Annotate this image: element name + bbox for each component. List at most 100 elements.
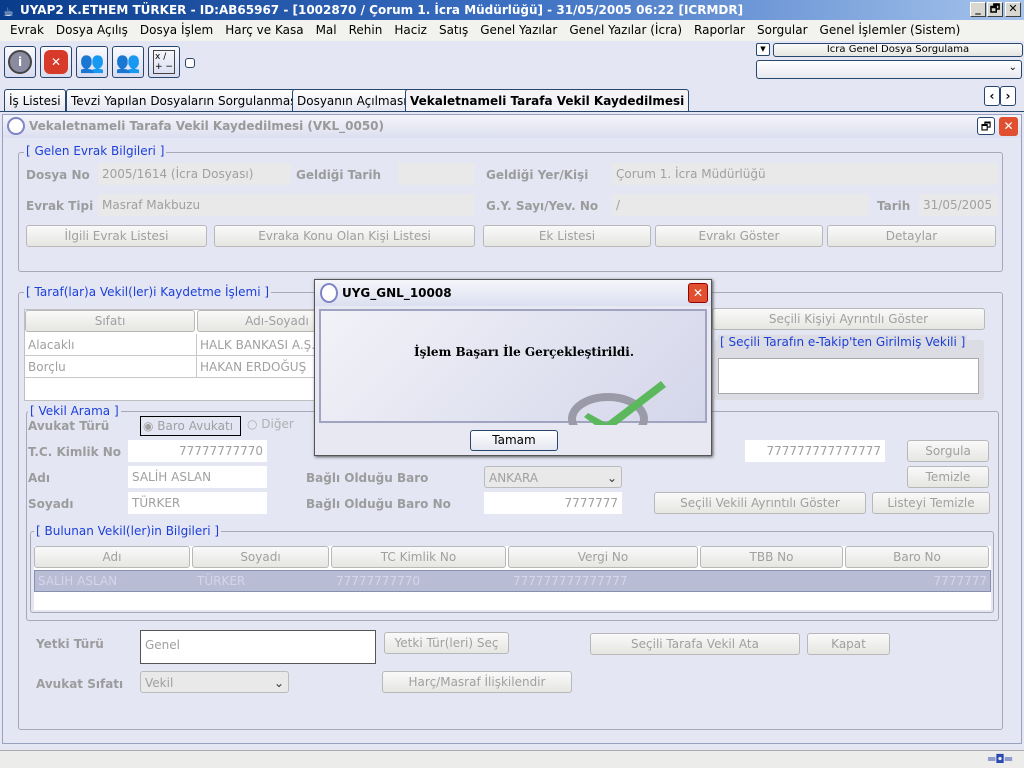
info-button[interactable]: i [4,46,36,78]
java-app-icon: ☕ [3,5,14,19]
quick-select[interactable]: ⌄ [756,60,1022,79]
message-dialog: UYG_GNL_10008 ✕ İşlem Başarı İle Gerçekl… [314,279,712,456]
gy-field[interactable]: / [612,194,868,216]
calculator-button[interactable]: x / + − [148,46,180,78]
tc-field[interactable]: 77777777770 [128,440,267,462]
chevron-down-icon: ⌄ [1008,62,1017,73]
geldigi-tarih-label: Geldiği Tarih [296,168,381,182]
chevron-down-icon: ⌄ [606,471,617,485]
menu-genel-islemler[interactable]: Genel İşlemler (Sistem) [814,20,967,41]
menu-evrak[interactable]: Evrak [4,20,50,41]
tab-scroll-left[interactable]: ‹ [984,86,1000,106]
col-baro-no[interactable]: Baro No [845,546,989,568]
table-row-cell[interactable]: Borçlu [25,356,197,378]
detaylar-button[interactable]: Detaylar [827,225,996,247]
window-title: UYAP2 K.ETHEM TÜRKER - ID:AB65967 - [100… [20,3,744,17]
users-alt-button[interactable]: 👥 [112,46,144,78]
col-vergi[interactable]: Vergi No [508,546,698,568]
tab-is-listesi[interactable]: İş Listesi [4,89,66,112]
yetki-sec-button[interactable]: Yetki Tür(leri) Seç [384,632,509,654]
vekil-ata-button[interactable]: Seçili Tarafa Vekil Ata [590,633,800,655]
yetki-turu-field[interactable]: Genel [140,630,376,664]
sorgula-button[interactable]: Sorgula [907,440,989,462]
frame-restore-button[interactable]: 🗗 [977,117,995,135]
tarih-field[interactable]: 31/05/2005 [919,194,998,216]
etakip-field[interactable] [718,358,979,394]
temizle-button[interactable]: Temizle [907,466,989,488]
maximize-button[interactable]: 🗗 [987,2,1003,17]
kisi-listesi-button[interactable]: Evraka Konu Olan Kişi Listesi [214,225,475,247]
frame-close-button[interactable]: ✕ [999,117,1018,136]
menu-harc-kasa[interactable]: Harç ve Kasa [219,20,309,41]
avukat-sifati-select[interactable]: Vekil ⌄ [140,671,289,693]
geldigi-tarih-field[interactable] [398,163,475,185]
toolbar-toggle[interactable] [185,58,195,68]
dosya-no-field[interactable]: 2005/1614 (İcra Dosyası) [98,163,291,185]
evrak-tipi-field[interactable]: Masraf Makbuzu [98,194,475,216]
frame-title: Vekaletnameli Tarafa Vekil Kaydedilmesi … [29,119,384,133]
harc-masraf-button[interactable]: Harç/Masraf İlişkilendir [382,671,572,693]
users-button[interactable]: 👥 [76,46,108,78]
avukat-turu-label: Avukat Türü [28,419,110,433]
secili-kisi-detay-button[interactable]: Seçili Kişiyi Ayrıntılı Göster [712,308,985,330]
vergi-no-field[interactable]: 777777777777777 [745,440,885,462]
menu-sorgular[interactable]: Sorgular [751,20,814,41]
ilgili-evrak-listesi-button[interactable]: İlgili Evrak Listesi [26,225,207,247]
geldigi-yer-field[interactable]: Çorum 1. İcra Müdürlüğü [612,163,998,185]
cancel-button[interactable]: ✕ [40,46,72,78]
baro-label: Bağlı Olduğu Baro [306,471,429,485]
adi-field[interactable]: SALİH ASLAN [128,466,267,488]
menu-satis[interactable]: Satış [433,20,474,41]
table-row-cell[interactable]: HALK BANKASI A.Ş. [197,334,323,356]
tc-label: T.C. Kimlik No [28,445,122,459]
col-tbb[interactable]: TBB No [700,546,843,568]
quick-query-button[interactable]: İcra Genel Dosya Sorgulama [773,43,1023,57]
bulunan-legend: [ Bulunan Vekil(ler)in Bilgileri ] [34,524,222,538]
menu-genel-yazilar[interactable]: Genel Yazılar [474,20,563,41]
minimize-button[interactable]: _ [970,2,986,17]
col-soyadi[interactable]: Soyadı [192,546,329,568]
tab-tevzi[interactable]: Tevzi Yapılan Dosyaların Sorgulanması [66,89,305,112]
status-bar: ═◘═ [0,750,1024,768]
tab-vekaletnameli[interactable]: Vekaletnameli Tarafa Vekil Kaydedilmesi [405,89,690,112]
kapat-button[interactable]: Kapat [807,633,890,655]
menu-dosya-islem[interactable]: Dosya İşlem [134,20,219,41]
col-tc[interactable]: TC Kimlik No [331,546,506,568]
listeyi-temizle-button[interactable]: Listeyi Temizle [872,492,990,514]
tamam-button[interactable]: Tamam [470,430,558,451]
menu-raporlar[interactable]: Raporlar [688,20,751,41]
quick-dropdown-arrow-icon[interactable]: ▼ [756,43,770,56]
menu-mal[interactable]: Mal [310,20,343,41]
window-title-bar: ☕ UYAP2 K.ETHEM TÜRKER - ID:AB65967 - [1… [0,0,1024,20]
radio-baro-avukati[interactable]: ◉ Baro Avukatı [140,416,241,436]
calculator-icon: x / + − [153,50,175,74]
col-sifati[interactable]: Sıfatı [25,310,195,332]
geldigi-yer-label: Geldiği Yer/Kişi [486,168,589,182]
baro-no-field[interactable]: 7777777 [484,492,622,514]
table-row[interactable]: SALİH ASLAN TÜRKER 77777777770 777777777… [34,570,991,592]
table-row-cell[interactable]: HAKAN ERDOĞUŞ [197,356,323,378]
menu-haciz[interactable]: Haciz [388,20,433,41]
close-window-button[interactable]: ✕ [1005,2,1021,17]
table-row-cell[interactable]: Alacaklı [25,334,197,356]
tab-scroll-right[interactable]: › [1000,86,1016,106]
baro-select[interactable]: ANKARA ⌄ [484,466,622,488]
col-adi[interactable]: Adı [34,546,190,568]
cell-tc: 77777777770 [336,574,420,588]
menu-rehin[interactable]: Rehin [343,20,389,41]
tab-dosya-acilmasi[interactable]: Dosyanın Açılması [292,89,412,112]
soyadi-field[interactable]: TÜRKER [128,492,267,514]
vekil-arama-legend: [ Vekil Arama ] [28,404,121,418]
evraki-goster-button[interactable]: Evrakı Göster [655,225,823,247]
menu-dosya-acilis[interactable]: Dosya Açılış [50,20,134,41]
avukat-sifati-label: Avukat Sıfatı [36,677,124,691]
frame-title-bar: Vekaletnameli Tarafa Vekil Kaydedilmesi … [3,115,1021,138]
dialog-close-button[interactable]: ✕ [688,283,708,303]
tab-divider [0,111,1024,112]
uyap-logo-icon [7,117,25,135]
evrak-tipi-label: Evrak Tipi [26,199,94,213]
secili-vekil-detay-button[interactable]: Seçili Vekili Ayrıntılı Göster [654,492,866,514]
menu-genel-yazilar-icra[interactable]: Genel Yazılar (İcra) [563,20,688,41]
ek-listesi-button[interactable]: Ek Listesi [483,225,651,247]
radio-diger[interactable]: ○ Diğer [247,417,294,431]
